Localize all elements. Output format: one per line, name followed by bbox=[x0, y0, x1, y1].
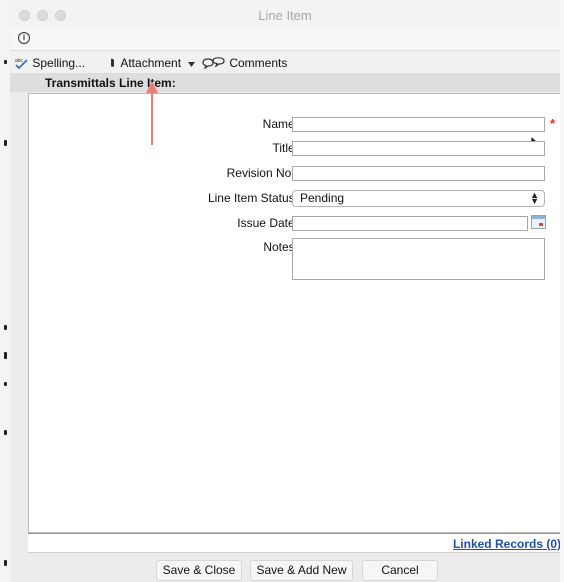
background-glyph bbox=[4, 60, 7, 64]
save-close-button[interactable]: Save & Close bbox=[156, 560, 242, 581]
background-window-edge bbox=[0, 0, 10, 582]
linked-records-bar: Linked Records (0) bbox=[28, 533, 561, 553]
notes-textarea[interactable] bbox=[292, 238, 545, 280]
window-title: Line Item bbox=[258, 8, 312, 23]
annotation-arrow bbox=[151, 89, 153, 145]
background-glyph bbox=[4, 430, 7, 435]
attachment-button[interactable]: Attachment bbox=[108, 55, 196, 70]
spelling-label: Spelling... bbox=[32, 55, 86, 70]
background-glyph bbox=[4, 140, 7, 146]
comments-button[interactable]: Comments bbox=[202, 55, 287, 70]
name-input[interactable] bbox=[292, 117, 545, 132]
issue-date-label: Issue Date: bbox=[237, 216, 298, 230]
status-selected-value: Pending bbox=[300, 191, 345, 205]
section-header: Transmittals Line Item: bbox=[10, 73, 560, 92]
spelling-button[interactable]: abc Spelling... bbox=[15, 55, 85, 70]
revision-no-input[interactable] bbox=[292, 166, 545, 181]
svg-text:abc: abc bbox=[15, 58, 24, 64]
calendar-icon[interactable] bbox=[531, 215, 546, 229]
title-input[interactable] bbox=[292, 141, 545, 156]
linked-records-link[interactable]: Linked Records (0) bbox=[453, 537, 561, 551]
right-window-edge bbox=[560, 0, 564, 582]
revision-no-label: Revision No.: bbox=[226, 166, 298, 180]
info-bar: i bbox=[10, 28, 560, 51]
comments-label: Comments bbox=[229, 55, 288, 70]
form-panel: Name: * Title: Revision No.: Line Item S… bbox=[28, 93, 561, 533]
title-bar[interactable]: Line Item bbox=[10, 0, 560, 29]
paperclip-icon bbox=[108, 57, 117, 69]
attachment-label: Attachment bbox=[120, 55, 182, 70]
caret-down-icon[interactable] bbox=[188, 56, 196, 70]
required-marker: * bbox=[550, 116, 556, 131]
line-item-status-label: Line Item Status: bbox=[207, 191, 298, 205]
cancel-button[interactable]: Cancel bbox=[362, 560, 438, 581]
line-item-status-select[interactable]: Pending ▲ ▼ bbox=[292, 190, 545, 207]
background-glyph bbox=[4, 352, 7, 359]
background-glyph bbox=[4, 325, 7, 330]
background-glyph bbox=[4, 560, 7, 566]
toolbar: abc Spelling... Attachment Comments bbox=[10, 51, 560, 73]
dialog-buttons: Save & Close Save & Add New Cancel bbox=[10, 554, 560, 582]
speech-bubbles-icon bbox=[202, 57, 226, 70]
select-updown-icon: ▲ ▼ bbox=[530, 190, 539, 206]
background-glyph bbox=[4, 382, 7, 386]
issue-date-input[interactable] bbox=[292, 216, 528, 231]
save-add-new-button[interactable]: Save & Add New bbox=[250, 560, 353, 581]
spell-check-icon: abc bbox=[15, 57, 29, 70]
line-item-dialog: Line Item i abc Spelling... Attachment C… bbox=[10, 0, 561, 582]
info-icon[interactable]: i bbox=[18, 32, 30, 44]
